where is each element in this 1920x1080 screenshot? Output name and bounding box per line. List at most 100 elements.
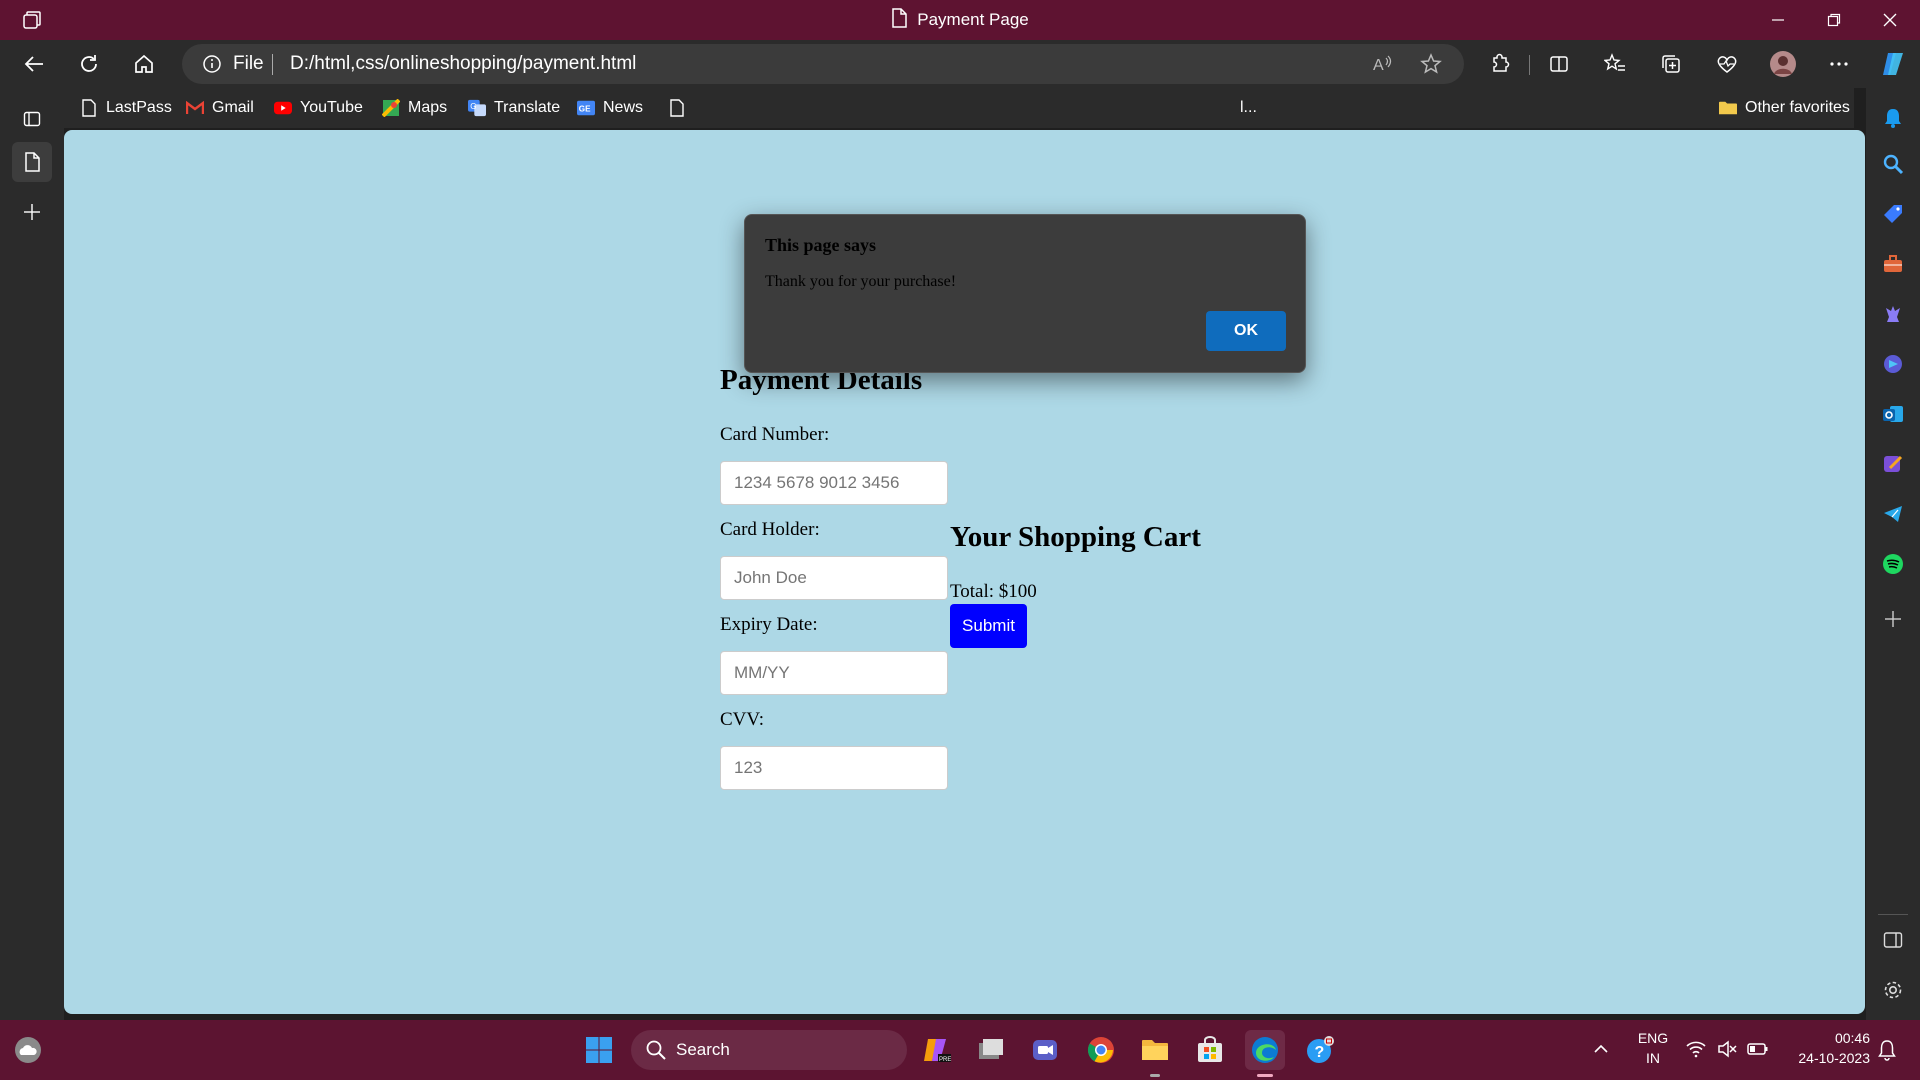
- folder-icon: [1719, 99, 1737, 117]
- url-text[interactable]: D:/html,css/onlineshopping/payment.html: [290, 53, 636, 75]
- fav-news[interactable]: GE News: [577, 88, 643, 128]
- copilot-app-icon[interactable]: [1873, 344, 1913, 384]
- help-icon[interactable]: ?: [1300, 1030, 1340, 1070]
- copilot-icon[interactable]: [1873, 44, 1913, 84]
- battery-icon[interactable]: [1747, 1040, 1769, 1063]
- fav-youtube[interactable]: YouTube: [274, 88, 363, 128]
- more-icon[interactable]: [1819, 44, 1859, 84]
- toolbar-divider: [1529, 55, 1530, 75]
- lang-line1: ENG: [1637, 1030, 1669, 1046]
- info-icon[interactable]: [202, 54, 222, 79]
- restore-icon[interactable]: [1806, 0, 1862, 40]
- active-app-indicator: [1257, 1074, 1273, 1077]
- notifications-bell-icon[interactable]: [1873, 98, 1913, 138]
- taskbar-clock[interactable]: 00:46 24-10-2023: [1780, 1028, 1870, 1068]
- file-label: File: [233, 53, 264, 74]
- search-icon: [645, 1039, 667, 1066]
- vertical-tabs-strip: [0, 88, 64, 1020]
- fav-label: Maps: [408, 99, 448, 116]
- card-holder-input[interactable]: [720, 556, 948, 600]
- favorites-icon[interactable]: [1595, 44, 1635, 84]
- minimize-icon[interactable]: [1750, 0, 1806, 40]
- window-title: Payment Page: [917, 10, 1029, 29]
- shopping-tag-icon[interactable]: [1873, 194, 1913, 234]
- lang-line2: IN: [1646, 1050, 1660, 1066]
- page-icon: [891, 7, 907, 33]
- taskbar-search[interactable]: Search: [631, 1030, 907, 1070]
- extensions-icon[interactable]: [1480, 44, 1520, 84]
- fav-gmail[interactable]: Gmail: [186, 88, 254, 128]
- split-screen-icon[interactable]: [1539, 44, 1579, 84]
- tab-list-icon[interactable]: [12, 99, 52, 139]
- fav-label: Translate: [494, 99, 561, 116]
- fav-maps[interactable]: Maps: [382, 88, 447, 128]
- store-icon[interactable]: [1190, 1030, 1230, 1070]
- search-label: Search: [676, 1040, 730, 1059]
- telegram-icon[interactable]: [1873, 494, 1913, 534]
- gmail-icon: [186, 99, 204, 117]
- close-icon[interactable]: [1862, 0, 1918, 40]
- outlook-icon[interactable]: [1873, 394, 1913, 434]
- svg-text:GE: GE: [579, 105, 591, 114]
- favorite-star-icon[interactable]: [1420, 53, 1442, 80]
- dialog-message: Thank you for your purchase!: [765, 273, 957, 290]
- search-icon[interactable]: [1873, 144, 1913, 184]
- expiry-date-label: Expiry Date:: [720, 614, 818, 635]
- clock-time: 00:46: [1834, 1030, 1870, 1046]
- new-tab-icon[interactable]: [12, 192, 52, 232]
- active-tab-page-icon[interactable]: [12, 142, 52, 182]
- collections-icon[interactable]: [1651, 44, 1691, 84]
- settings-icon[interactable]: [1873, 970, 1913, 1010]
- weather-icon[interactable]: [8, 1030, 48, 1070]
- teams-icon[interactable]: [1025, 1030, 1065, 1070]
- refresh-icon[interactable]: [69, 44, 109, 84]
- spotify-icon[interactable]: [1873, 544, 1913, 584]
- designer-icon[interactable]: [1873, 444, 1913, 484]
- title-bar: Payment Page: [0, 0, 1920, 40]
- cvv-input[interactable]: [720, 746, 948, 790]
- edge-icon[interactable]: [1245, 1030, 1285, 1070]
- window-title-group: Payment Page: [0, 0, 1920, 40]
- youtube-icon: [274, 99, 292, 117]
- other-favorites[interactable]: Other favorites: [1719, 88, 1850, 128]
- games-icon[interactable]: [1873, 294, 1913, 334]
- language-indicator[interactable]: ENG IN: [1633, 1028, 1673, 1068]
- chrome-icon[interactable]: [1081, 1030, 1121, 1070]
- fav-label: Other favorites: [1745, 99, 1850, 116]
- chevron-up-icon[interactable]: [1592, 1040, 1610, 1063]
- address-bar[interactable]: File D:/html,css/onlineshopping/payment.…: [182, 44, 1464, 84]
- add-icon[interactable]: [1873, 599, 1913, 639]
- home-icon[interactable]: [124, 44, 164, 84]
- hide-sidebar-icon[interactable]: [1873, 920, 1913, 960]
- card-holder-label: Card Holder:: [720, 519, 820, 540]
- read-aloud-icon[interactable]: A: [1372, 53, 1394, 80]
- fav-label: Gmail: [212, 99, 254, 116]
- card-number-input[interactable]: [720, 461, 948, 505]
- notification-icon[interactable]: [1877, 1039, 1897, 1066]
- tools-icon[interactable]: [1873, 244, 1913, 284]
- submit-button[interactable]: Submit: [950, 604, 1027, 648]
- browser-essentials-icon[interactable]: [1707, 44, 1747, 84]
- fav-lastpass[interactable]: LastPass: [80, 88, 172, 128]
- fav-truncated[interactable]: l...: [1240, 88, 1257, 128]
- translate-icon: G: [468, 99, 486, 117]
- shopping-cart-heading: Your Shopping Cart: [950, 521, 1201, 553]
- profile-avatar[interactable]: [1763, 44, 1803, 84]
- windows-start-icon[interactable]: [579, 1030, 619, 1070]
- app-files-icon[interactable]: [971, 1030, 1011, 1070]
- file-explorer-icon[interactable]: [1135, 1030, 1175, 1070]
- wifi-icon[interactable]: [1686, 1040, 1706, 1063]
- back-icon[interactable]: [14, 44, 54, 84]
- running-indicator: [1150, 1074, 1160, 1077]
- fav-hidden-item[interactable]: [668, 88, 686, 128]
- app-pre-icon[interactable]: PRE: [917, 1030, 957, 1070]
- ok-button[interactable]: OK: [1206, 311, 1286, 351]
- dialog-title: This page says: [765, 235, 877, 255]
- svg-text:G: G: [470, 102, 476, 111]
- expiry-date-input[interactable]: [720, 651, 948, 695]
- fav-label: News: [603, 99, 644, 116]
- fav-translate[interactable]: G Translate: [468, 88, 560, 128]
- news-icon: GE: [577, 99, 595, 117]
- favorites-bar: LastPass Gmail YouTube Maps G Translate …: [64, 88, 1854, 128]
- volume-mute-icon[interactable]: [1717, 1040, 1737, 1063]
